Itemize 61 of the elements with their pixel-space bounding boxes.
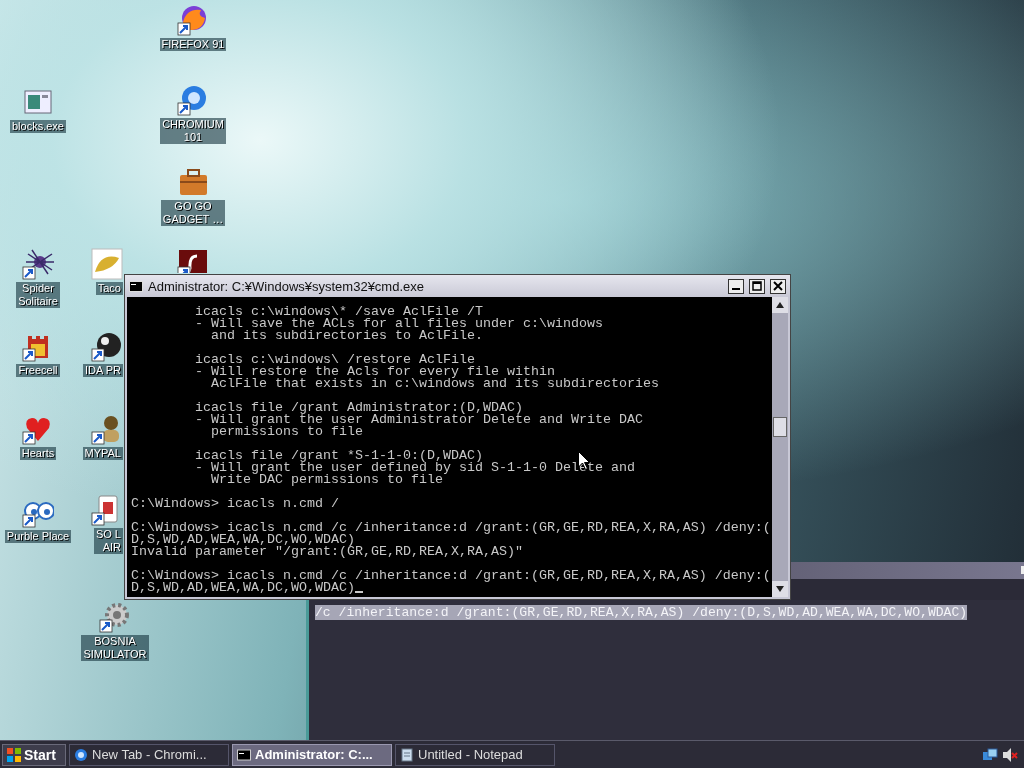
spider-icon[interactable]	[22, 248, 54, 280]
console-line: icacls c:\windows\ /restore AclFile	[194, 354, 475, 366]
console-line: - Will grant the user defined by sid S-1-1-0 Delete and	[194, 462, 635, 474]
console-line: C:\Windows> icacls n.cmd /	[131, 498, 339, 510]
minimize-button[interactable]	[728, 278, 744, 294]
console-line: and its subdirectories to AclFile.	[209, 330, 483, 342]
icon-label: SO L AIR	[93, 528, 123, 554]
minimize-icon	[732, 288, 740, 290]
icon-label: Purble Place	[4, 530, 72, 543]
down-arrow-icon[interactable]	[776, 586, 784, 592]
tile-icon[interactable]	[177, 248, 209, 273]
icon-label: CHROMIUM 101	[160, 118, 226, 144]
globe-icon[interactable]	[177, 4, 209, 36]
console-line: Write DAC permissions to file	[209, 474, 443, 486]
console-line: icacls c:\windows\* /save AclFile /T	[194, 306, 483, 318]
console-line: AclFile that exists in c:\windows and its subdirectories	[209, 378, 659, 390]
selected-text: /c /inheritance:d /grant:(GR,GE,RD,REA,X,RA,AS) /deny:(D,S,WD,AD,WEA,WA,DC,WO,WDAC)	[315, 605, 968, 620]
speaker-icon[interactable]	[1002, 746, 1018, 763]
ring-icon	[74, 747, 88, 762]
icon-label: GO GO GADGET …	[160, 200, 226, 226]
ring-icon[interactable]	[177, 84, 209, 116]
console-line: - Will restore the Acls for every file within	[194, 366, 555, 378]
network-icon[interactable]	[982, 746, 998, 763]
icon-label: MYPAL	[82, 447, 123, 460]
taskbar-button[interactable]: Administrator: C:...	[232, 743, 392, 766]
gear-icon[interactable]	[99, 601, 131, 633]
sphere-icon[interactable]	[91, 330, 123, 362]
taskbar-button[interactable]: Untitled - Notepad	[395, 743, 555, 766]
icon-label: Freecell	[16, 364, 60, 377]
icon-label: blocks.exe	[10, 120, 66, 133]
window-title: Administrator: C:¥Windows¥system32¥cmd.exe	[148, 278, 425, 294]
console-line: C:\Windows> icacls n.cmd /c /inheritance:d /grant:(GR,GE,RD,REA,X,RA,AS) /deny:(	[131, 522, 771, 534]
notepad-icon	[400, 747, 414, 762]
briefcase-icon[interactable]	[177, 166, 209, 198]
scrollbar[interactable]	[772, 297, 788, 597]
console-icon	[237, 747, 251, 762]
maximize-button[interactable]	[749, 278, 765, 294]
maximize-icon	[752, 281, 762, 291]
scroll-thumb[interactable]	[773, 417, 787, 437]
icon-label: FIREFOX 91	[159, 38, 227, 51]
console-icon	[129, 280, 143, 292]
icon-label: IDA PR	[82, 364, 123, 377]
console-line: - Will save the ACLs for all files under c:\windows	[194, 318, 603, 330]
icon-label: Hearts	[19, 447, 57, 460]
windows-logo-icon	[6, 746, 22, 763]
icon-label: BOSNIA SIMULATOR	[81, 635, 149, 661]
console-line: - Will grant the user Administrator Delete and Write DAC	[194, 414, 643, 426]
start-button[interactable]: Start	[2, 743, 66, 766]
console-line: permissions to file	[209, 426, 363, 438]
icon-label: Taco	[95, 282, 123, 295]
console-line: Invalid parameter "/grant:(GR,GE,RD,REA,X,RA,AS)"	[131, 546, 523, 558]
taskbar-button[interactable]: New Tab - Chromi...	[69, 743, 229, 766]
console-line: D,S,WD,AD,WEA,WA,DC,WO,WDAC)	[131, 582, 355, 594]
text-cursor	[354, 591, 363, 593]
console-line: D,S,WD,AD,WEA,WA,DC,WO,WDAC)	[131, 534, 355, 546]
close-button[interactable]	[770, 278, 786, 294]
console-line: icacls file /grant Administrator:(D,WDAC)	[194, 402, 523, 414]
up-arrow-icon[interactable]	[776, 302, 784, 308]
icon-label: Spider Solitaire	[16, 282, 60, 308]
console-line: icacls file /grant *S-1-1-0:(D,WDAC)	[194, 450, 483, 462]
console-line: C:\Windows> icacls n.cmd /c /inheritance:d /grant:(GR,GE,RD,REA,X,RA,AS) /deny:(	[131, 570, 771, 582]
